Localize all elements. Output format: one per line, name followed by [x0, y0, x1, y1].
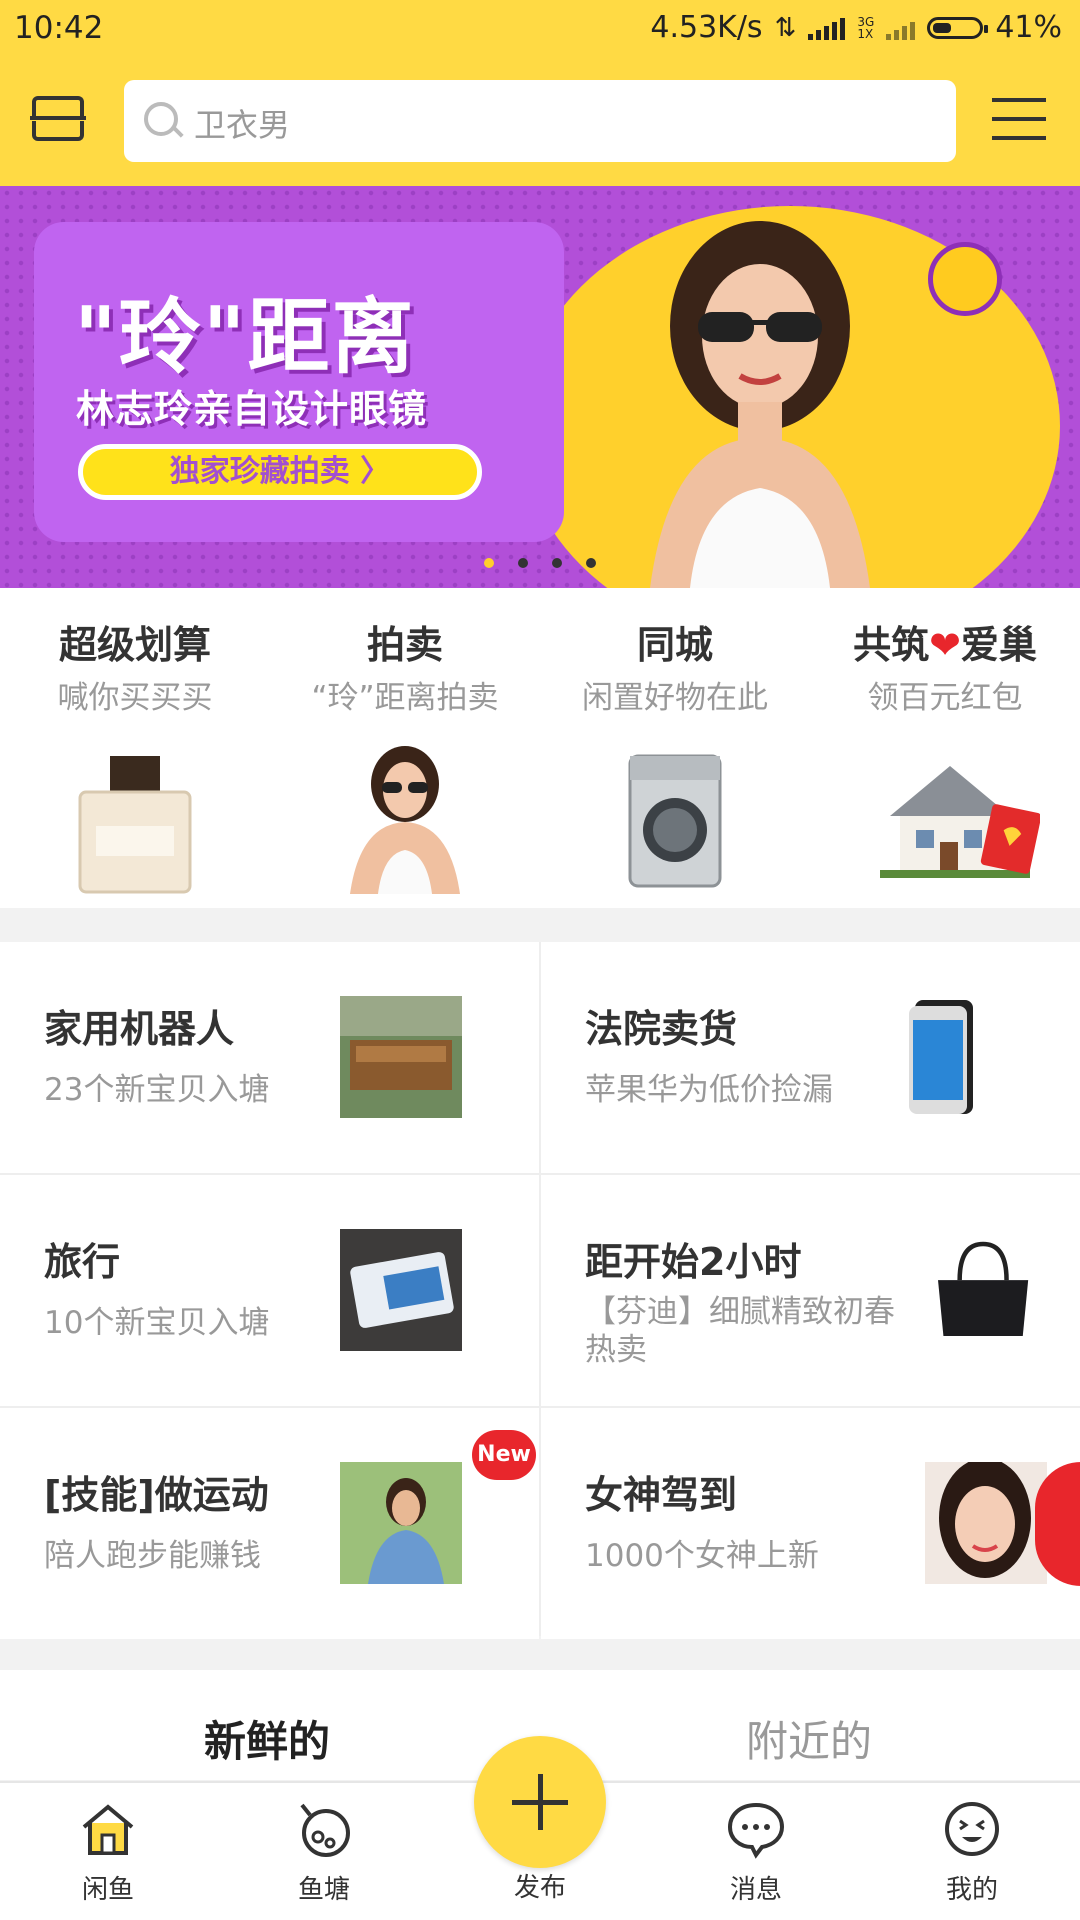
- quick-item-title: 拍卖: [366, 623, 443, 667]
- emoji-icon: [928, 242, 1002, 316]
- portrait-photo: [925, 1462, 1047, 1584]
- network-type: 3G 1X: [857, 14, 875, 41]
- quick-entries: 超级划算 喊你买买买 拍卖 “玲”距离拍卖 同城 闲置好物在此 共筑❤爱巢 领百…: [0, 588, 1080, 908]
- perfume-icon: [78, 756, 192, 894]
- handbag-photo: [938, 1241, 1029, 1336]
- nav-label: 消息: [729, 1875, 782, 1905]
- quick-item-subtitle: 闲置好物在此: [582, 680, 768, 716]
- quick-item-subtitle: 喊你买买买: [57, 680, 213, 716]
- phone-photo: [909, 1000, 973, 1114]
- house-icon: [880, 766, 1040, 878]
- runner-photo: [340, 1462, 462, 1584]
- new-badge: New: [472, 1430, 536, 1480]
- nav-label: 鱼塘: [297, 1875, 350, 1905]
- quick-item-subtitle: 领百元红包: [867, 680, 1023, 716]
- banner-cta-button[interactable]: 独家珍藏拍卖 〉: [78, 444, 482, 500]
- nav-label: 闲鱼: [81, 1875, 134, 1905]
- quick-item-subtitle: “玲”距离拍卖: [311, 680, 499, 716]
- banner-subtitle: 林志玲亲自设计眼镜: [76, 387, 428, 431]
- pond-title: [技能]做运动: [44, 1473, 269, 1517]
- menu-icon[interactable]: [992, 98, 1046, 144]
- publish-label: 发布: [513, 1873, 566, 1903]
- network-speed: 4.53K/s: [650, 10, 763, 45]
- pond-title: 距开始2小时: [585, 1240, 802, 1284]
- quick-item-home[interactable]: 共筑❤爱巢 领百元红包: [810, 588, 1080, 908]
- pond-card[interactable]: 家用机器人 23个新宝贝入塘: [0, 942, 539, 1173]
- scan-icon[interactable]: [30, 94, 90, 146]
- nav-profile[interactable]: 我的: [892, 1783, 1052, 1920]
- search-icon: [144, 102, 178, 136]
- pond-icon: [300, 1803, 350, 1857]
- battery-percent: 41%: [995, 10, 1062, 45]
- status-bar: 10:42 4.53K/s ⇅ 3G 1X 41%: [0, 0, 1080, 56]
- quick-item-bargain[interactable]: 超级划算 喊你买买买: [0, 588, 270, 908]
- nav-messages[interactable]: 消息: [676, 1783, 836, 1920]
- nav-home[interactable]: 闲鱼: [28, 1783, 188, 1920]
- pond-card[interactable]: 距开始2小时 【芬迪】细腻精致初春热卖: [541, 1175, 1080, 1406]
- furniture-photo: [340, 996, 462, 1118]
- pond-title: 法院卖货: [585, 1007, 738, 1051]
- top-bar: 10:42 4.53K/s ⇅ 3G 1X 41% 卫衣男: [0, 0, 1080, 186]
- pager-dot: [586, 558, 596, 568]
- quick-item-title: 共筑❤爱巢: [853, 623, 1037, 667]
- message-icon: [727, 1802, 785, 1859]
- quick-item-local[interactable]: 同城 闲置好物在此: [540, 588, 810, 908]
- pond-card[interactable]: 旅行 10个新宝贝入塘: [0, 1175, 539, 1406]
- pond-card[interactable]: [技能]做运动 陪人跑步能赚钱 New: [0, 1408, 539, 1639]
- signal-off-icon: [886, 16, 916, 40]
- pond-title: 家用机器人: [44, 1007, 235, 1051]
- nav-pond[interactable]: 鱼塘: [244, 1783, 404, 1920]
- pond-grid: 家用机器人 23个新宝贝入塘 法院卖货 苹果华为低价捡漏 旅行 10个新宝贝入塘…: [0, 942, 1080, 1639]
- profile-icon: [945, 1802, 999, 1856]
- pager-dot: [518, 558, 528, 568]
- search-input[interactable]: 卫衣男: [124, 80, 956, 162]
- status-right: 4.53K/s ⇅ 3G 1X 41%: [650, 10, 1062, 45]
- washing-machine-icon: [628, 754, 722, 888]
- tab-fresh[interactable]: 新鲜的: [204, 1708, 330, 1769]
- pond-card[interactable]: 女神驾到 1000个女神上新: [541, 1408, 1080, 1639]
- pond-card[interactable]: 法院卖货 苹果华为低价捡漏: [541, 942, 1080, 1173]
- nav-label: 我的: [945, 1875, 998, 1905]
- banner-model-image: [650, 221, 870, 588]
- battery-level: [933, 22, 952, 33]
- publish-button[interactable]: [474, 1736, 606, 1868]
- pager-dot: [484, 558, 494, 568]
- battery-icon: [927, 16, 989, 39]
- pond-subtitle: 苹果华为低价捡漏: [585, 1072, 833, 1108]
- promo-banner[interactable]: "玲"距离 林志玲亲自设计眼镜 独家珍藏拍卖 〉: [0, 186, 1080, 588]
- home-icon: [82, 1804, 134, 1855]
- tab-nearby[interactable]: 附近的: [746, 1708, 872, 1769]
- quick-item-title: 同城: [636, 623, 713, 667]
- pond-title: 旅行: [44, 1240, 121, 1284]
- signal-icon: [808, 16, 846, 40]
- model-photo: [350, 746, 460, 894]
- banner-title: "玲"距离: [74, 290, 416, 385]
- search-placeholder: 卫衣男: [194, 106, 291, 144]
- pond-subtitle: 【芬迪】细腻精致初春热卖: [585, 1294, 895, 1368]
- data-transfer-icon: ⇅: [774, 12, 797, 43]
- quick-item-title: 超级划算: [58, 623, 211, 667]
- pond-title: 女神驾到: [585, 1473, 738, 1517]
- card-photo: [340, 1229, 462, 1351]
- banner-pager: [484, 558, 596, 568]
- status-time: 10:42: [14, 10, 104, 46]
- pager-dot: [552, 558, 562, 568]
- quick-item-auction[interactable]: 拍卖 “玲”距离拍卖: [270, 588, 540, 908]
